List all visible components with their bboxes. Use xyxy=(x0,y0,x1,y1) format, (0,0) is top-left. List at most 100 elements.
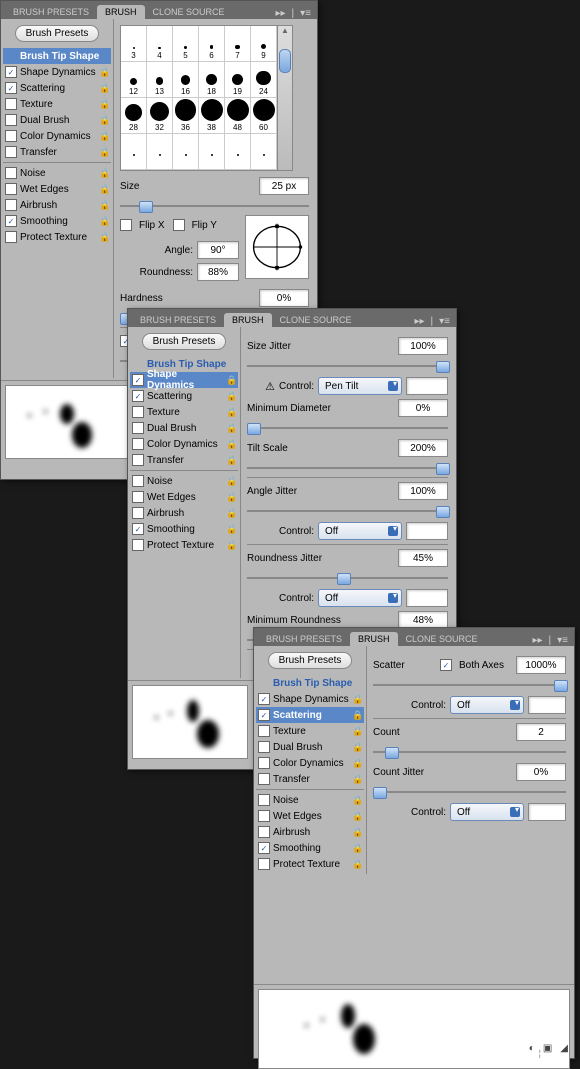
sidebar-item-wet-edges[interactable]: Wet Edges🔒 xyxy=(256,808,364,824)
sidebar-item-dual-brush[interactable]: Dual Brush🔒 xyxy=(3,112,111,128)
sidebar-item-brush-tip-shape[interactable]: Brush Tip Shape xyxy=(256,675,364,691)
brush-presets-button[interactable]: Brush Presets xyxy=(268,652,353,669)
option-checkbox[interactable] xyxy=(132,406,144,418)
sidebar-item-smoothing[interactable]: ✓Smoothing🔒 xyxy=(256,840,364,856)
scatter-slider[interactable] xyxy=(373,678,566,692)
option-checkbox[interactable]: ✓ xyxy=(258,693,270,705)
brush-tip-empty[interactable] xyxy=(121,134,147,170)
min-diameter-input[interactable] xyxy=(398,399,448,417)
brush-tip-16[interactable]: 16 xyxy=(173,62,199,98)
lock-icon[interactable]: 🔒 xyxy=(99,232,109,243)
option-checkbox[interactable] xyxy=(258,810,270,822)
option-checkbox[interactable] xyxy=(258,773,270,785)
size-jitter-slider[interactable] xyxy=(247,359,448,373)
lock-icon[interactable]: 🔒 xyxy=(226,524,236,535)
both-axes-checkbox[interactable]: ✓ xyxy=(440,659,452,671)
tab-clone-source[interactable]: CLONE SOURCE xyxy=(272,313,360,327)
lock-icon[interactable]: 🔒 xyxy=(226,439,236,450)
option-checkbox[interactable] xyxy=(132,475,144,487)
menu-icon[interactable]: ▾≡ xyxy=(557,635,568,646)
option-checkbox[interactable] xyxy=(258,858,270,870)
sidebar-item-protect-texture[interactable]: Protect Texture🔒 xyxy=(130,537,238,553)
sidebar-item-texture[interactable]: Texture🔒 xyxy=(3,96,111,112)
lock-icon[interactable]: 🔒 xyxy=(99,216,109,227)
option-checkbox[interactable] xyxy=(258,826,270,838)
scatter-control-value[interactable] xyxy=(528,696,566,714)
count-jitter-input[interactable] xyxy=(516,763,566,781)
sidebar-item-airbrush[interactable]: Airbrush🔒 xyxy=(3,197,111,213)
size-input[interactable] xyxy=(259,177,309,195)
brush-tip-empty[interactable] xyxy=(173,134,199,170)
tab-brush-presets[interactable]: BRUSH PRESETS xyxy=(132,313,224,327)
angle-jitter-input[interactable] xyxy=(398,482,448,500)
brush-tip-6[interactable]: 6 xyxy=(199,26,225,62)
tab-brush-presets[interactable]: BRUSH PRESETS xyxy=(258,632,350,646)
option-checkbox[interactable]: ✓ xyxy=(132,374,144,386)
tab-brush[interactable]: BRUSH xyxy=(224,313,272,327)
option-checkbox[interactable] xyxy=(5,114,17,126)
brush-tip-4[interactable]: 4 xyxy=(147,26,173,62)
sidebar-item-wet-edges[interactable]: Wet Edges🔒 xyxy=(3,181,111,197)
tilt-scale-input[interactable] xyxy=(398,439,448,457)
brush-tip-3[interactable]: 3 xyxy=(121,26,147,62)
brush-tip-19[interactable]: 19 xyxy=(225,62,251,98)
brush-tip-12[interactable]: 12 xyxy=(121,62,147,98)
lock-icon[interactable]: 🔒 xyxy=(226,540,236,551)
angle-preview[interactable] xyxy=(245,215,309,279)
lock-icon[interactable]: 🔒 xyxy=(226,391,236,402)
size-slider[interactable] xyxy=(120,199,309,213)
toggle-preview-icon[interactable]: ◐ xyxy=(529,1043,535,1054)
lock-icon[interactable]: 🔒 xyxy=(352,811,362,822)
brush-tip-7[interactable]: 7 xyxy=(225,26,251,62)
lock-icon[interactable]: 🔒 xyxy=(226,407,236,418)
option-checkbox[interactable]: ✓ xyxy=(5,82,17,94)
sidebar-item-protect-texture[interactable]: Protect Texture🔒 xyxy=(3,229,111,245)
sidebar-item-texture[interactable]: Texture🔒 xyxy=(256,723,364,739)
sidebar-item-color-dynamics[interactable]: Color Dynamics🔒 xyxy=(130,436,238,452)
lock-icon[interactable]: 🔒 xyxy=(226,476,236,487)
tab-brush[interactable]: BRUSH xyxy=(97,5,145,19)
sidebar-item-brush-tip-shape[interactable]: Brush Tip Shape xyxy=(3,48,111,64)
lock-icon[interactable]: 🔒 xyxy=(226,423,236,434)
brush-tip-18[interactable]: 18 xyxy=(199,62,225,98)
lock-icon[interactable]: 🔒 xyxy=(352,795,362,806)
lock-icon[interactable]: 🔒 xyxy=(352,726,362,737)
collapse-icon[interactable]: ▸▸ xyxy=(275,8,285,19)
roundness-jitter-input[interactable] xyxy=(398,549,448,567)
lock-icon[interactable]: 🔒 xyxy=(99,67,109,78)
count-control-value[interactable] xyxy=(528,803,566,821)
tab-brush-presets[interactable]: BRUSH PRESETS xyxy=(5,5,97,19)
sidebar-item-scattering[interactable]: ✓Scattering🔒 xyxy=(3,80,111,96)
scrollbar-thumb[interactable] xyxy=(279,49,291,73)
sidebar-item-smoothing[interactable]: ✓Smoothing🔒 xyxy=(3,213,111,229)
tab-clone-source[interactable]: CLONE SOURCE xyxy=(145,5,233,19)
lock-icon[interactable]: 🔒 xyxy=(352,843,362,854)
sidebar-item-smoothing[interactable]: ✓Smoothing🔒 xyxy=(130,521,238,537)
sidebar-item-airbrush[interactable]: Airbrush🔒 xyxy=(130,505,238,521)
brush-tip-empty[interactable] xyxy=(199,134,225,170)
count-input[interactable] xyxy=(516,723,566,741)
sidebar-item-protect-texture[interactable]: Protect Texture🔒 xyxy=(256,856,364,872)
sidebar-item-shape-dynamics[interactable]: ✓Shape Dynamics🔒 xyxy=(3,64,111,80)
lock-icon[interactable]: 🔒 xyxy=(352,694,362,705)
option-checkbox[interactable] xyxy=(5,98,17,110)
lock-icon[interactable]: 🔒 xyxy=(226,492,236,503)
lock-icon[interactable]: 🔒 xyxy=(99,168,109,179)
lock-icon[interactable]: 🔒 xyxy=(352,710,362,721)
brush-tip-32[interactable]: 32 xyxy=(147,98,173,134)
count-jitter-slider[interactable] xyxy=(373,785,566,799)
option-checkbox[interactable] xyxy=(5,167,17,179)
option-checkbox[interactable]: ✓ xyxy=(5,66,17,78)
menu-icon[interactable]: ▾≡ xyxy=(439,316,450,327)
option-checkbox[interactable] xyxy=(132,454,144,466)
sidebar-item-scattering[interactable]: ✓Scattering🔒 xyxy=(256,707,364,723)
option-checkbox[interactable]: ✓ xyxy=(258,709,270,721)
option-checkbox[interactable] xyxy=(258,794,270,806)
resize-grip-icon[interactable]: ◢ xyxy=(560,1043,568,1054)
sidebar-item-noise[interactable]: Noise🔒 xyxy=(3,165,111,181)
option-checkbox[interactable] xyxy=(132,438,144,450)
new-preset-icon[interactable]: ▣ xyxy=(543,1043,552,1054)
sidebar-item-dual-brush[interactable]: Dual Brush🔒 xyxy=(256,739,364,755)
sidebar-item-transfer[interactable]: Transfer🔒 xyxy=(256,771,364,787)
lock-icon[interactable]: 🔒 xyxy=(99,99,109,110)
